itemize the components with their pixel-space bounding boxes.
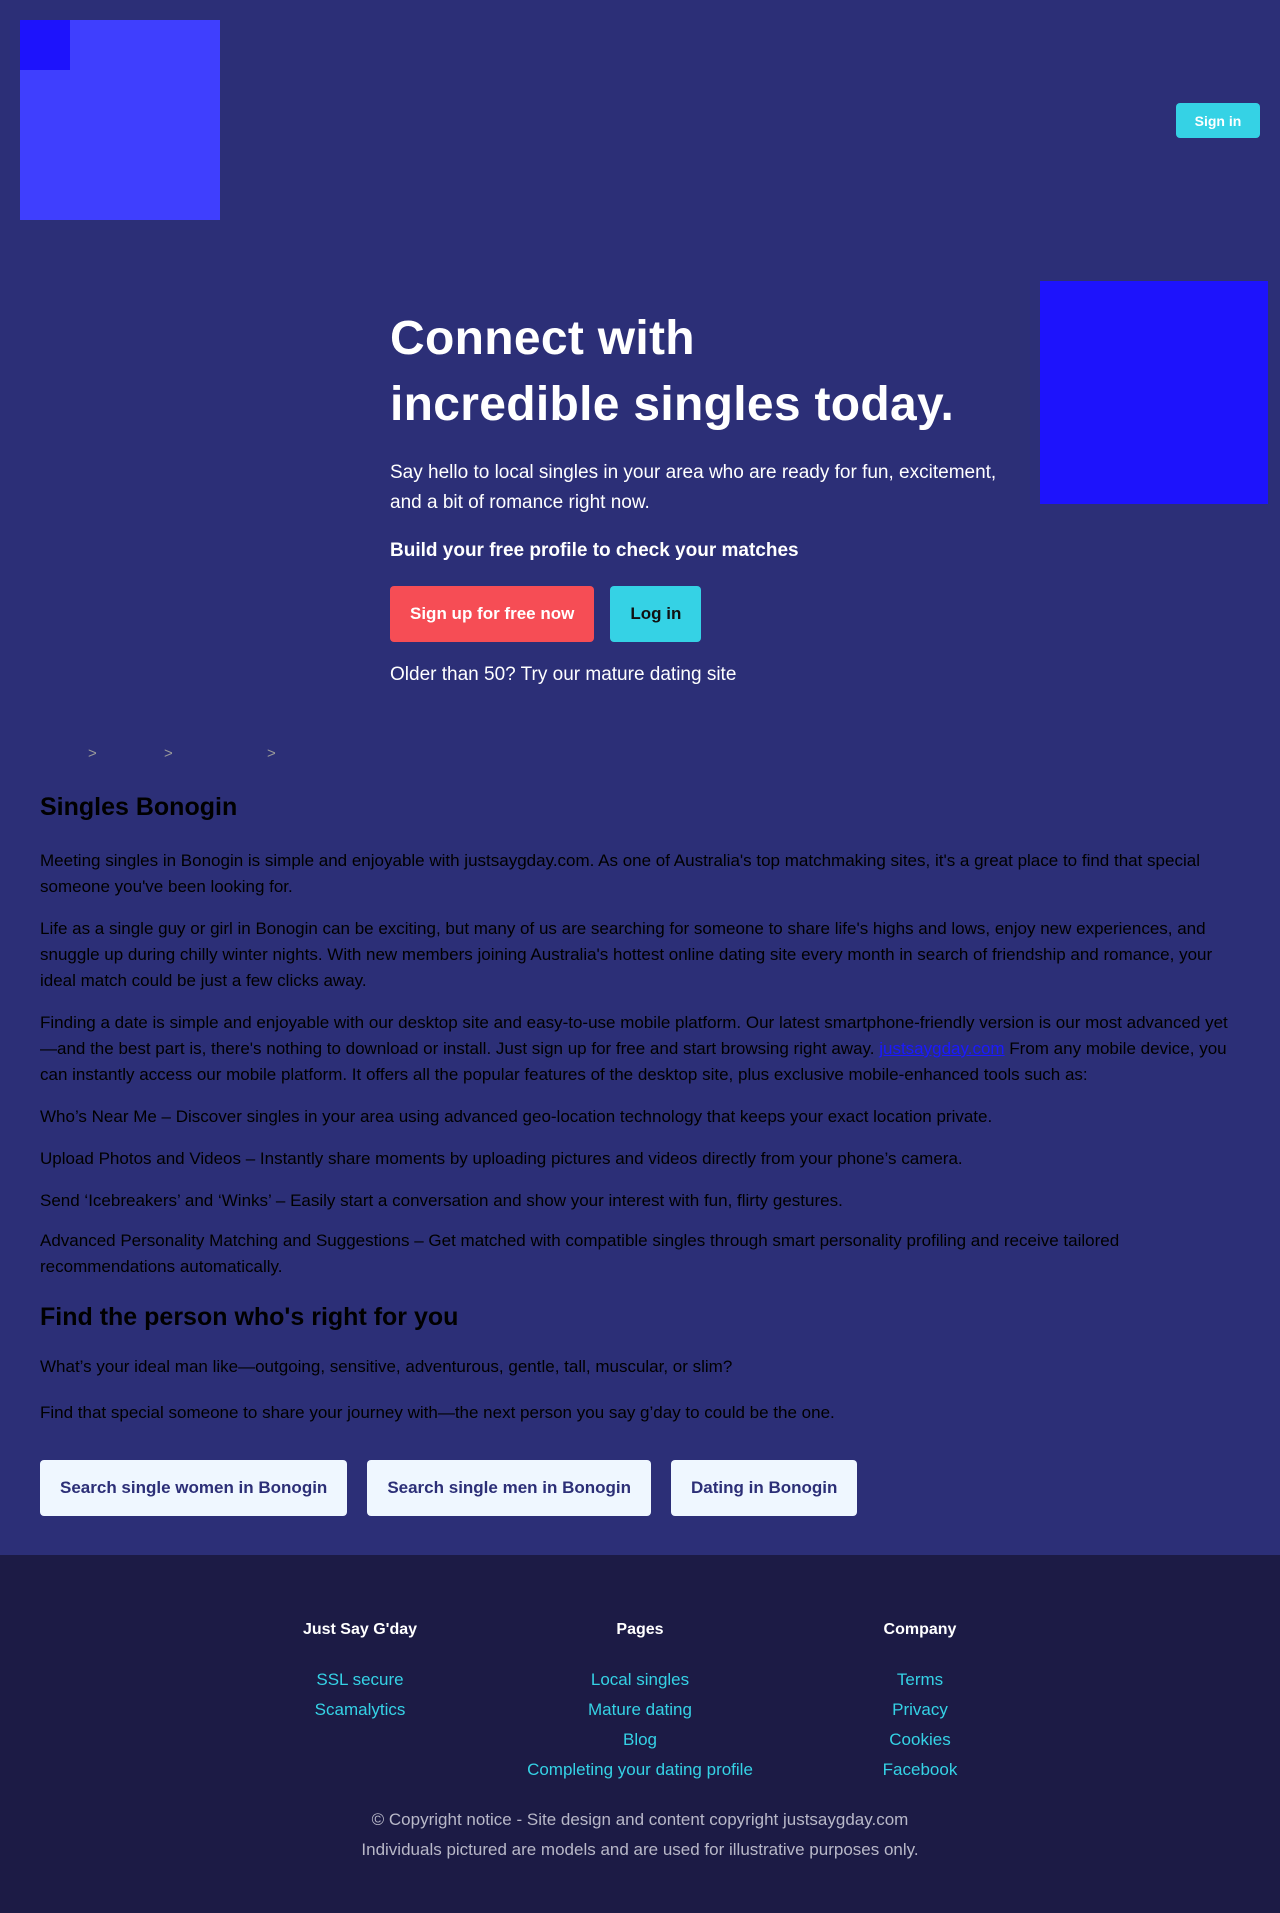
logo-image-placeholder — [20, 20, 70, 70]
section-heading: Find the person who's right for you — [40, 1303, 459, 1331]
copyright-block: © Copyright notice - Site design and con… — [0, 1805, 1280, 1865]
footer-link-cookies[interactable]: Cookies — [860, 1725, 980, 1755]
footer-column-pages: Pages Local singles Mature dating Blog C… — [520, 1621, 760, 1785]
single-life-paragraph: Life as a single guy or girl in Bonogin … — [40, 919, 1213, 990]
footer-link-terms[interactable]: Terms — [860, 1665, 980, 1695]
main-content: Singles Bonogin Meeting singles in Bonog… — [40, 790, 1240, 1426]
feature-personality-matching: Advanced Personality Matching and Sugges… — [40, 1231, 1120, 1276]
footer: Just Say G'day SSL secure Scamalytics Pa… — [0, 1555, 1280, 1913]
footer-link-privacy[interactable]: Privacy — [860, 1695, 980, 1725]
footer-link-facebook[interactable]: Facebook — [860, 1755, 980, 1785]
intro-paragraph: Meeting singles in Bonogin is simple and… — [40, 851, 1200, 896]
hero-title-line1: Connect with — [390, 312, 695, 365]
footer-column-title: Pages — [616, 1621, 664, 1638]
header-sign-in-button[interactable]: Sign in — [1176, 103, 1260, 138]
breadcrumb-separator: > — [88, 745, 97, 762]
hero-title-line2: incredible singles today. — [390, 378, 955, 431]
special-someone-paragraph: Find that special someone to share your … — [40, 1403, 835, 1422]
hero-title: Connect with incredible singles today. — [390, 306, 1010, 438]
feature-upload-photos: Upload Photos and Videos – Instantly sha… — [40, 1149, 963, 1168]
feature-whos-near-me: Who’s Near Me – Discover singles in your… — [40, 1107, 993, 1126]
site-logo[interactable] — [20, 20, 220, 220]
footer-link-blog[interactable]: Blog — [520, 1725, 760, 1755]
copyright-notice: © Copyright notice - Site design and con… — [371, 1810, 909, 1829]
hero-build-profile-text: Build your free profile to check your ma… — [390, 540, 799, 561]
breadcrumb-separator: > — [267, 745, 276, 762]
feature-icebreakers: Send ‘Icebreakers’ and ‘Winks’ – Easily … — [40, 1191, 843, 1210]
search-buttons-row: Search single women in Bonogin Search si… — [40, 1460, 858, 1516]
breadcrumb-separator: > — [164, 745, 173, 762]
hero-section: Connect with incredible singles today. S… — [390, 306, 1010, 686]
footer-column-title: Company — [883, 1621, 957, 1638]
search-women-button[interactable]: Search single women in Bonogin — [40, 1460, 348, 1516]
footer-link-ssl[interactable]: SSL secure — [300, 1665, 420, 1695]
footer-column-company: Company Terms Privacy Cookies Facebook — [860, 1621, 980, 1785]
hero-image-placeholder — [1040, 281, 1268, 504]
signup-button[interactable]: Sign up for free now — [390, 586, 595, 642]
mobile-platform-paragraph: Finding a date is simple and enjoyable w… — [40, 1010, 1240, 1088]
ideal-man-paragraph: What’s your ideal man like—outgoing, sen… — [40, 1357, 733, 1376]
footer-column-title: Just Say G'day — [302, 1621, 418, 1638]
hero-cta-row: Sign up for free now Log in — [390, 586, 1010, 642]
login-button[interactable]: Log in — [610, 586, 702, 642]
hero-lead-text: Say hello to local singles in your area … — [390, 462, 997, 513]
mature-dating-link[interactable]: Older than 50? Try our mature dating sit… — [390, 664, 1010, 686]
models-disclaimer: Individuals pictured are models and are … — [361, 1840, 919, 1859]
site-link[interactable]: justsaygday.com — [879, 1039, 1004, 1058]
footer-link-mature-dating[interactable]: Mature dating — [520, 1695, 760, 1725]
footer-column-brand: Just Say G'day SSL secure Scamalytics — [300, 1621, 420, 1725]
footer-link-dating-profile[interactable]: Completing your dating profile — [520, 1755, 760, 1785]
footer-link-local-singles[interactable]: Local singles — [520, 1665, 760, 1695]
search-men-button[interactable]: Search single men in Bonogin — [367, 1460, 652, 1516]
page-title: Singles Bonogin — [40, 793, 238, 821]
dating-button[interactable]: Dating in Bonogin — [671, 1460, 858, 1516]
footer-link-scamalytics[interactable]: Scamalytics — [300, 1695, 420, 1725]
